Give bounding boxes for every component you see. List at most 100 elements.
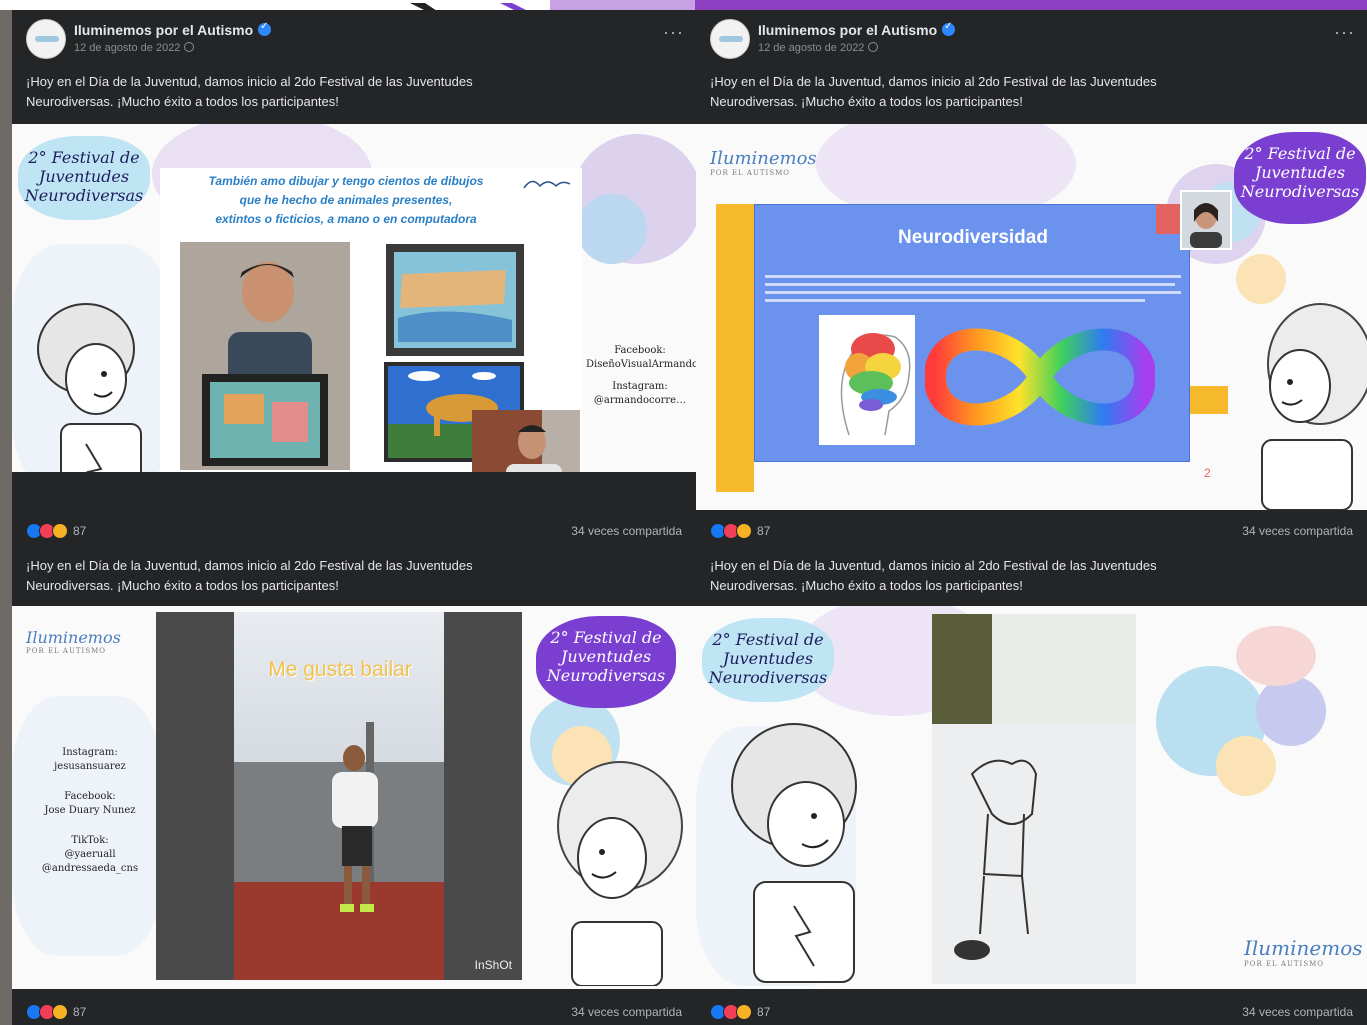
festival-logo: 2° Festival de Juventudes Neurodiversas bbox=[1234, 132, 1366, 224]
social-handle-line: Instagram: bbox=[62, 747, 118, 758]
reactions-bar: 87 34 veces compartida bbox=[696, 995, 1367, 1025]
haha-icon bbox=[736, 522, 752, 539]
festival-logo-text: Juventudes bbox=[722, 649, 814, 668]
reactions-summary[interactable]: 87 bbox=[26, 522, 86, 540]
brain-illustration bbox=[819, 315, 915, 445]
video-watermark: InShOt bbox=[474, 958, 512, 972]
post-card: ¡Hoy en el Día de la Juventud, damos ini… bbox=[12, 550, 696, 1025]
shares-count[interactable]: 34 veces compartida bbox=[571, 524, 682, 538]
drawing-video[interactable] bbox=[932, 614, 1136, 984]
drawing-thumbnail bbox=[386, 244, 524, 356]
post-date-text: 12 de agosto de 2022 bbox=[758, 42, 865, 54]
brand-logo-subtitle: POR EL AUTISMO bbox=[1244, 960, 1325, 968]
post-caption: ¡Hoy en el Día de la Juventud, damos ini… bbox=[12, 550, 696, 606]
social-handle-line: Facebook: bbox=[64, 791, 116, 802]
post-image[interactable]: Iluminemos POR EL AUTISMO 2° Festival de… bbox=[696, 124, 1367, 510]
reactions-summary[interactable]: 87 bbox=[710, 522, 770, 540]
reactions-summary[interactable]: 87 bbox=[26, 1003, 86, 1021]
reactions-bar: 87 34 veces compartida bbox=[696, 510, 1367, 550]
post-image[interactable]: Iluminemos POR EL AUTISMO Instagram: jes… bbox=[12, 606, 696, 989]
signature-logo-mark bbox=[523, 180, 571, 189]
dance-video[interactable]: Me gusta bailar InShOt bbox=[156, 612, 522, 980]
caption-line: ¡Hoy en el Día de la Juventud, damos ini… bbox=[710, 558, 1157, 573]
brand-logo-text: Iluminemos bbox=[1244, 936, 1363, 960]
brain-illustration-art bbox=[840, 333, 911, 436]
caption-line: Neurodiversas. ¡Mucho éxito a todos los … bbox=[710, 94, 1023, 109]
left-margin bbox=[0, 10, 12, 1025]
page-name-link[interactable]: Iluminemos por el Autismo bbox=[758, 21, 956, 38]
festival-logo-text: Juventudes bbox=[560, 647, 652, 666]
post-date[interactable]: 12 de agosto de 2022 bbox=[74, 42, 195, 54]
festival-logo: 2° Festival de Juventudes Neurodiversas bbox=[18, 136, 150, 220]
haha-icon bbox=[52, 522, 68, 539]
festival-logo-text: Juventudes bbox=[38, 167, 130, 186]
page-name-text: Iluminemos por el Autismo bbox=[758, 22, 938, 38]
more-options-icon[interactable]: ··· bbox=[1334, 22, 1355, 43]
post-caption: ¡Hoy en el Día de la Juventud, damos ini… bbox=[696, 550, 1367, 606]
festival-logo-text: 2° Festival de bbox=[550, 628, 662, 647]
reaction-count: 87 bbox=[757, 523, 771, 538]
shares-count[interactable]: 34 veces compartida bbox=[1242, 1005, 1353, 1019]
screen: Iluminemos por el Autismo 12 de agosto d… bbox=[0, 0, 1367, 1025]
slide-body-text-lines bbox=[765, 275, 1181, 302]
strip-segment bbox=[550, 0, 695, 10]
more-options-icon[interactable]: ··· bbox=[663, 22, 684, 43]
post-card: Iluminemos por el Autismo 12 de agosto d… bbox=[12, 10, 696, 510]
haha-icon bbox=[736, 1003, 752, 1020]
shares-count[interactable]: 34 veces compartida bbox=[1242, 524, 1353, 538]
brand-logo: Iluminemos POR EL AUTISMO bbox=[710, 148, 817, 177]
verified-badge-icon bbox=[258, 21, 272, 36]
reaction-count: 87 bbox=[757, 1004, 771, 1019]
brand-logo: Iluminemos POR EL AUTISMO bbox=[26, 628, 121, 655]
page-name-link[interactable]: Iluminemos por el Autismo bbox=[74, 21, 272, 38]
brand-logo-text: Iluminemos bbox=[26, 628, 121, 647]
brand-logo-subtitle: POR EL AUTISMO bbox=[710, 169, 791, 177]
post-image[interactable]: 2° Festival de Juventudes Neurodiversas … bbox=[12, 124, 696, 510]
globe-icon bbox=[184, 42, 195, 52]
social-handle-line: @armandocorre… bbox=[593, 395, 687, 406]
page-name-text: Iluminemos por el Autismo bbox=[74, 22, 254, 38]
page-avatar[interactable] bbox=[26, 19, 66, 59]
shares-count[interactable]: 34 veces compartida bbox=[571, 1005, 682, 1019]
social-handle-line: @andressaeda_cns bbox=[41, 863, 139, 874]
post-caption: ¡Hoy en el Día de la Juventud, damos ini… bbox=[696, 72, 1367, 124]
festival-logo-text: 2° Festival de bbox=[1244, 144, 1356, 163]
slide-title-line: que he hecho de animales presentes, bbox=[239, 193, 453, 207]
caption-line: ¡Hoy en el Día de la Juventud, damos ini… bbox=[26, 74, 473, 89]
page-avatar[interactable] bbox=[710, 19, 750, 59]
post-date-text: 12 de agosto de 2022 bbox=[74, 42, 181, 54]
caption-line: ¡Hoy en el Día de la Juventud, damos ini… bbox=[710, 74, 1157, 89]
reaction-count: 87 bbox=[73, 1004, 87, 1019]
accent-bar bbox=[716, 204, 754, 492]
decor-blob bbox=[1236, 626, 1316, 686]
festival-logo-text: Juventudes bbox=[1254, 163, 1346, 182]
cartoon-character-illustration bbox=[1261, 303, 1367, 510]
verified-badge-icon bbox=[942, 21, 956, 36]
drawing-thumbnail-art bbox=[386, 244, 524, 356]
slide-card: También amo dibujar y tengo cientos de d… bbox=[160, 168, 582, 498]
social-handle-line: Instagram: bbox=[612, 381, 668, 392]
reactions-summary[interactable]: 87 bbox=[710, 1003, 770, 1021]
reaction-count: 87 bbox=[73, 523, 87, 538]
festival-logo-text: Neurodiversas bbox=[1240, 182, 1360, 201]
strip-segment bbox=[400, 0, 550, 13]
reactions-bar: 87 34 veces compartida bbox=[12, 510, 696, 550]
caption-line: Neurodiversas. ¡Mucho éxito a todos los … bbox=[710, 578, 1023, 593]
brand-logo-subtitle: POR EL AUTISMO bbox=[26, 647, 107, 655]
accent-bar bbox=[1190, 386, 1228, 414]
decor-blob bbox=[577, 194, 647, 264]
social-handle-line: DiseñoVisualArmandoAlguacil bbox=[586, 359, 696, 370]
video-overlay-text: Me gusta bailar bbox=[268, 658, 412, 681]
post-date[interactable]: 12 de agosto de 2022 bbox=[758, 42, 879, 54]
caption-line: Neurodiversas. ¡Mucho éxito a todos los … bbox=[26, 578, 339, 593]
drawing-video-art bbox=[932, 614, 1136, 984]
slide-panel: Neurodiversidad bbox=[754, 204, 1190, 462]
social-handle-line: Jose Duary Nunez bbox=[44, 805, 136, 816]
caption-line: Neurodiversas. ¡Mucho éxito a todos los … bbox=[26, 94, 339, 109]
post-image[interactable]: 2° Festival de Juventudes Neurodiversas bbox=[696, 606, 1367, 989]
festival-logo-text: 2° Festival de bbox=[712, 630, 824, 649]
decor-blob bbox=[1216, 736, 1276, 796]
festival-logo: 2° Festival de Juventudes Neurodiversas bbox=[536, 616, 676, 708]
